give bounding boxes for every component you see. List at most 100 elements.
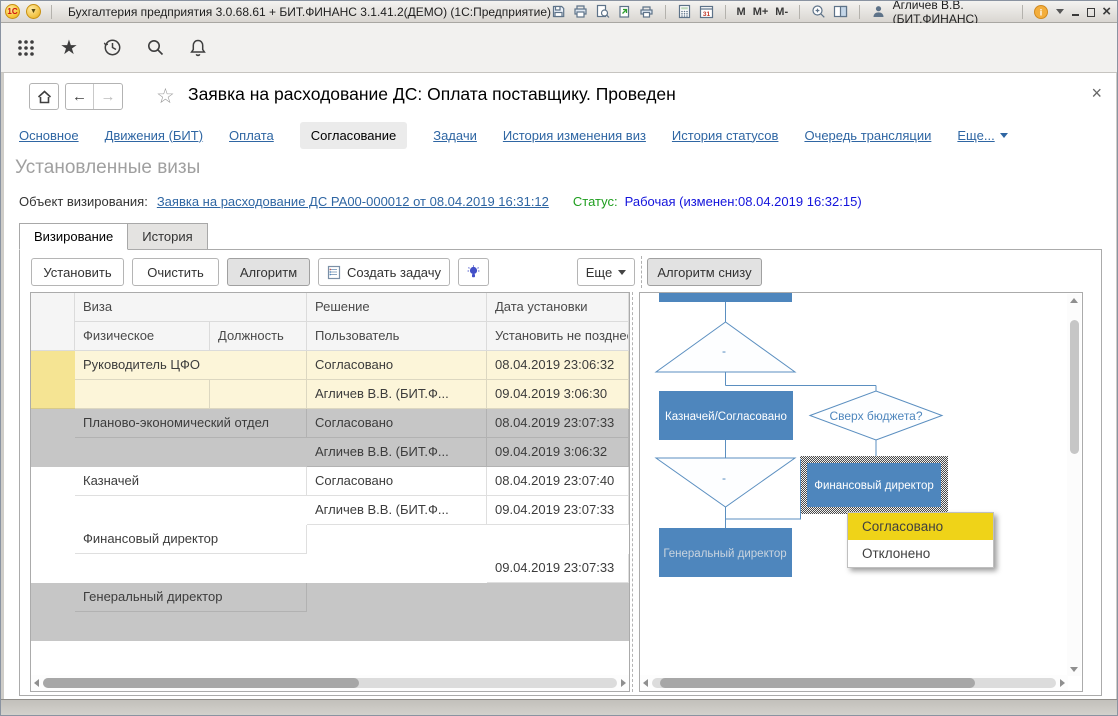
save-icon[interactable]: [551, 4, 566, 20]
scroll-right-icon[interactable]: [621, 679, 626, 687]
main-menu-button[interactable]: ▼: [26, 4, 41, 19]
search-icon[interactable]: [144, 37, 166, 59]
minimize-button[interactable]: [1071, 6, 1080, 18]
set-visa-button[interactable]: Установить: [31, 258, 124, 286]
export-icon[interactable]: [617, 4, 632, 20]
scroll-track[interactable]: [43, 678, 617, 688]
cell-deadline[interactable]: 09.04.2019 23:07:33: [487, 496, 629, 525]
memory-plus-button[interactable]: M+: [753, 6, 769, 18]
favorite-star-icon[interactable]: ☆: [156, 84, 175, 109]
tab-soglasovanie-active[interactable]: Согласование: [300, 122, 407, 149]
memory-button[interactable]: M: [737, 6, 746, 18]
info-icon[interactable]: i: [1033, 4, 1049, 20]
hint-lamp-button[interactable]: [458, 258, 489, 286]
zoom-icon[interactable]: [811, 4, 826, 20]
forward-button[interactable]: →: [94, 84, 122, 109]
calculator-icon[interactable]: [677, 4, 692, 20]
pane-splitter[interactable]: [632, 292, 633, 692]
tab-zadachi[interactable]: Задачи: [433, 128, 477, 143]
algorithm-button[interactable]: Алгоритм: [227, 258, 310, 286]
flowchart-horizontal-scrollbar[interactable]: [640, 675, 1068, 691]
col-header-position[interactable]: Должность: [210, 322, 307, 351]
cell-visa[interactable]: Руководитель ЦФО: [75, 351, 307, 380]
menu-item-decline[interactable]: Отклонено: [848, 540, 993, 567]
cell-decision[interactable]: Согласовано: [307, 351, 487, 380]
scroll-track[interactable]: [652, 678, 1056, 688]
cell-user[interactable]: Агличев В.В. (БИТ.Ф...: [307, 380, 487, 409]
cell-visa[interactable]: Планово-экономический отдел: [75, 409, 307, 438]
flow-node-top[interactable]: [659, 293, 792, 302]
tab-istoriya-izmeneniya-viz[interactable]: История изменения виз: [503, 128, 646, 143]
flowchart-vertical-scrollbar[interactable]: [1067, 294, 1081, 676]
scroll-left-icon[interactable]: [34, 679, 39, 687]
apps-grid-icon[interactable]: [15, 37, 37, 59]
close-window-button[interactable]: ×: [1102, 6, 1111, 18]
cell-date[interactable]: 08.04.2019 23:07:33: [487, 409, 629, 438]
print-icon[interactable]: [573, 4, 588, 20]
chevron-down-icon[interactable]: [1056, 9, 1064, 14]
col-header-decision[interactable]: Решение: [307, 293, 487, 322]
object-row: Объект визирования: Заявка на расходован…: [19, 194, 862, 209]
cell-decision[interactable]: Согласовано: [307, 409, 487, 438]
col-header-date-set[interactable]: Дата установки: [487, 293, 629, 322]
cell-deadline[interactable]: 09.04.2019 3:06:32: [487, 438, 629, 467]
tab-vizirovanie[interactable]: Визирование: [19, 223, 128, 250]
tab-ochered-translyacii[interactable]: Очередь трансляции: [804, 128, 931, 143]
cell-deadline[interactable]: 09.04.2019 23:07:33: [487, 554, 629, 583]
table-horizontal-scrollbar[interactable]: [31, 675, 629, 691]
scroll-left-icon[interactable]: [643, 679, 648, 687]
cell-date[interactable]: 08.04.2019 23:06:32: [487, 351, 629, 380]
notifications-bell-icon[interactable]: [187, 37, 209, 59]
history-icon[interactable]: [101, 37, 123, 59]
cell-visa[interactable]: Генеральный директор: [75, 583, 307, 612]
scroll-up-icon[interactable]: [1070, 298, 1078, 303]
current-user[interactable]: Агличев В.В. (БИТ.ФИНАНС): [893, 0, 1011, 26]
cell-user[interactable]: Агличев В.В. (БИТ.Ф...: [307, 496, 487, 525]
object-link[interactable]: Заявка на расходование ДС РА00-000012 от…: [157, 194, 549, 209]
maximize-button[interactable]: [1087, 8, 1095, 17]
home-button[interactable]: [29, 83, 59, 110]
col-header-person[interactable]: Физическое: [75, 322, 210, 351]
col-header-user[interactable]: Пользователь: [307, 322, 487, 351]
approval-flowchart[interactable]: - Казначей/Согласовано Сверх бюджета? - …: [640, 293, 1064, 677]
visas-panel: Установить Очистить Алгоритм Создать зад…: [19, 249, 1102, 696]
row-marker: [31, 351, 75, 409]
algorithm-bottom-button[interactable]: Алгоритм снизу: [647, 258, 762, 286]
cell-visa[interactable]: Финансовый директор: [75, 525, 307, 554]
scroll-thumb[interactable]: [1070, 320, 1079, 454]
print-settings-icon[interactable]: [639, 4, 654, 20]
more-button[interactable]: Еще: [577, 258, 635, 286]
tab-oplata[interactable]: Оплата: [229, 128, 274, 143]
cell-decision[interactable]: Согласовано: [307, 467, 487, 496]
scroll-thumb[interactable]: [43, 678, 359, 688]
create-task-button[interactable]: Создать задачу: [318, 258, 450, 286]
close-form-button[interactable]: ×: [1091, 83, 1102, 104]
cell-position[interactable]: [210, 380, 307, 409]
tab-dvizheniya-bit[interactable]: Движения (БИТ): [105, 128, 203, 143]
print-preview-icon[interactable]: [595, 4, 610, 20]
scroll-down-icon[interactable]: [1070, 667, 1078, 672]
cell-date[interactable]: 08.04.2019 23:07:40: [487, 467, 629, 496]
cell-visa[interactable]: Казначей: [75, 467, 307, 496]
menu-item-approve[interactable]: Согласовано: [848, 513, 993, 540]
scroll-right-icon[interactable]: [1060, 679, 1065, 687]
tab-istoriya[interactable]: История: [128, 223, 207, 250]
memory-minus-button[interactable]: M-: [775, 6, 788, 18]
calendar-icon[interactable]: 31: [699, 4, 714, 20]
scroll-thumb[interactable]: [660, 678, 975, 688]
clear-visa-button[interactable]: Очистить: [132, 258, 219, 286]
tab-osnovnoe[interactable]: Основное: [19, 128, 79, 143]
cell-person[interactable]: [75, 380, 210, 409]
tab-more[interactable]: Еще...: [957, 128, 1007, 143]
status-label: Статус:: [573, 194, 618, 209]
tab-istoriya-statusov[interactable]: История статусов: [672, 128, 779, 143]
back-button[interactable]: ←: [66, 84, 94, 109]
svg-text:Финансовый директор: Финансовый директор: [814, 480, 934, 492]
col-header-deadline[interactable]: Установить не позднее: [487, 322, 629, 351]
col-header-visa[interactable]: Виза: [75, 293, 307, 322]
cell-deadline[interactable]: 09.04.2019 3:06:30: [487, 380, 629, 409]
cell-user[interactable]: Агличев В.В. (БИТ.Ф...: [307, 438, 487, 467]
divider: [665, 5, 666, 19]
split-view-icon[interactable]: [833, 4, 848, 20]
favorites-star-icon[interactable]: ★: [58, 37, 80, 59]
